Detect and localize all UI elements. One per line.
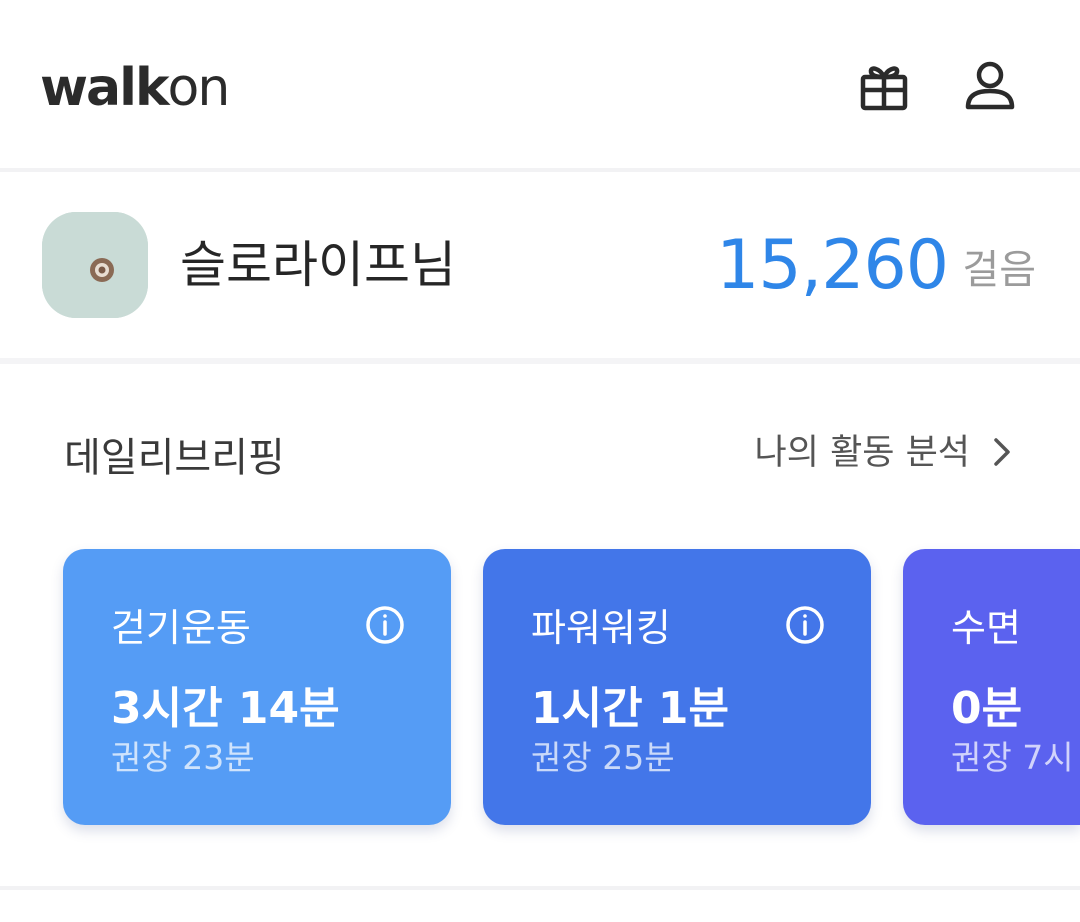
profile-button[interactable] <box>962 58 1018 114</box>
gift-icon <box>860 66 908 111</box>
chevron-right-icon[interactable] <box>986 432 1018 472</box>
card-value: 0분 <box>951 683 1023 734</box>
step-unit: 걸음 <box>962 247 1036 293</box>
card-title: 파워워킹 <box>531 606 671 650</box>
username: 슬로라이프님 <box>180 236 456 294</box>
logo-text-light: on <box>167 58 231 118</box>
avatar[interactable] <box>42 212 148 318</box>
activity-analysis-link[interactable]: 나의 활동 분석 <box>755 428 970 478</box>
info-icon[interactable] <box>783 603 827 647</box>
user-icon <box>965 61 1015 110</box>
profile-divider <box>0 358 1080 364</box>
power-walking-card[interactable]: 파워워킹 1시간 1분 권장 25분 <box>483 549 871 825</box>
card-value: 1시간 1분 <box>531 683 729 734</box>
walkon-logo[interactable]: walkon <box>40 48 231 128</box>
daily-briefing-title: 데일리브리핑 <box>64 435 285 481</box>
card-recommendation: 권장 7시 <box>951 738 1074 777</box>
app-header: walkon <box>0 0 1080 168</box>
walking-card[interactable]: 걷기운동 3시간 14분 권장 23분 <box>63 549 451 825</box>
section-divider <box>0 886 1080 890</box>
card-title: 수면 <box>951 606 1021 650</box>
profile-summary: 슬로라이프님 15,260 걸음 <box>0 172 1080 358</box>
card-recommendation: 권장 23분 <box>111 738 255 777</box>
step-count: 15,260 <box>716 226 949 305</box>
gift-button[interactable] <box>856 58 912 114</box>
logo-text-bold: walk <box>40 58 170 118</box>
card-value: 3시간 14분 <box>111 683 340 734</box>
card-recommendation: 권장 25분 <box>531 738 675 777</box>
avatar-image <box>42 212 148 318</box>
sleep-card[interactable]: 수면 0분 권장 7시 <box>903 549 1080 825</box>
info-icon[interactable] <box>363 603 407 647</box>
card-title: 걷기운동 <box>111 606 251 650</box>
